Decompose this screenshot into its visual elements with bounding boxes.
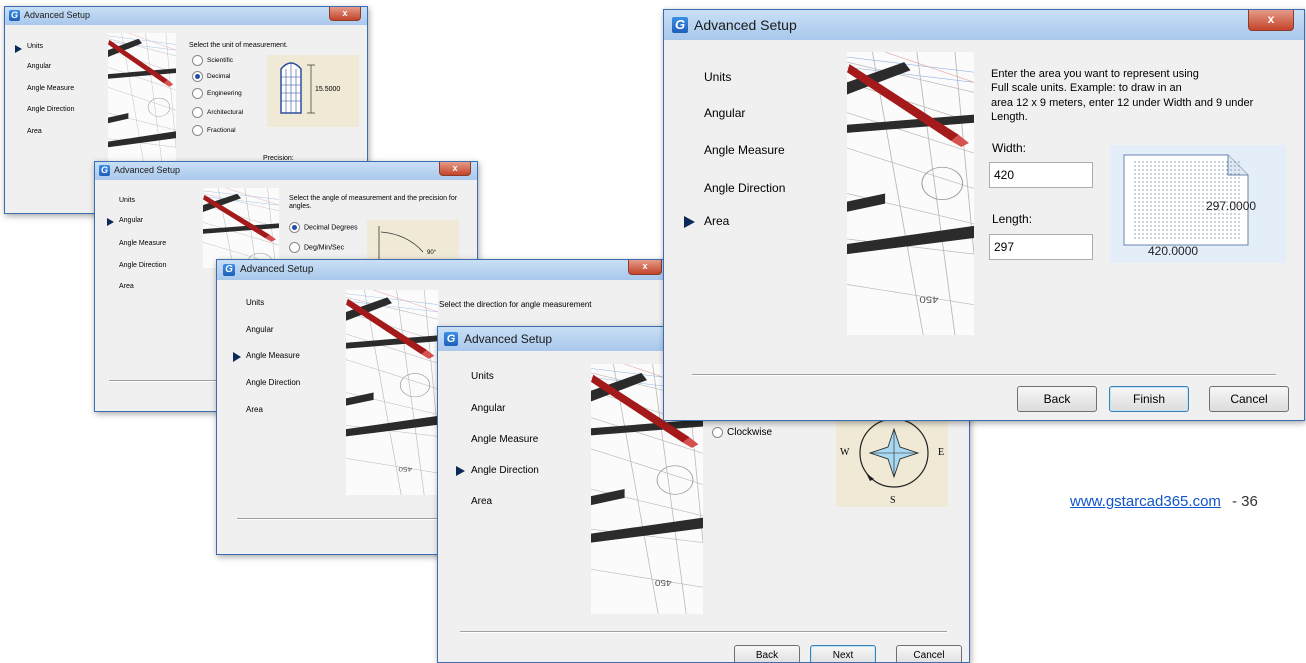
width-field[interactable]: 420 bbox=[989, 162, 1093, 188]
area-preview: 297.0000 420.0000 bbox=[1110, 145, 1286, 263]
button-separator bbox=[692, 374, 1276, 376]
angular-preview: 90° bbox=[367, 220, 459, 260]
back-button[interactable]: Back bbox=[734, 645, 800, 662]
nav-angular[interactable]: Angular bbox=[246, 325, 274, 334]
length-label: Length: bbox=[992, 212, 1033, 226]
area-instructions-2: Full scale units. Example: to draw in an bbox=[991, 82, 1182, 94]
width-label: Width: bbox=[992, 141, 1027, 155]
button-separator bbox=[460, 631, 947, 633]
nav-area[interactable]: Area bbox=[246, 405, 263, 414]
current-step-arrow-icon bbox=[15, 45, 22, 53]
title-bar: G Advanced Setup x bbox=[95, 162, 477, 180]
radio-engineering[interactable]: Engineering bbox=[192, 88, 242, 99]
nav-area[interactable]: Area bbox=[27, 128, 42, 135]
nav-angle-direction[interactable]: Angle Direction bbox=[27, 106, 74, 113]
close-button[interactable]: x bbox=[329, 7, 361, 21]
title-bar: G Advanced Setup x bbox=[664, 10, 1304, 40]
area-instructions-3: area 12 x 9 meters, enter 12 under Width… bbox=[991, 97, 1254, 109]
compass-icon bbox=[859, 418, 929, 488]
back-button[interactable]: Back bbox=[1017, 386, 1097, 412]
angle-measure-prompt: Select the direction for angle measureme… bbox=[439, 300, 592, 309]
dialog-title: Advanced Setup bbox=[114, 165, 181, 175]
nav-angular[interactable]: Angular bbox=[27, 63, 51, 70]
drawing-illustration bbox=[847, 52, 974, 335]
nav-area[interactable]: Area bbox=[704, 214, 729, 228]
title-bar: G Advanced Setup x bbox=[217, 260, 668, 280]
angular-prompt: Select the angle of measurement and the … bbox=[289, 195, 458, 210]
compass-preview: W E S bbox=[836, 415, 948, 507]
nav-angle-direction[interactable]: Angle Direction bbox=[704, 181, 785, 195]
dialog-title: Advanced Setup bbox=[694, 17, 797, 33]
nav-area[interactable]: Area bbox=[471, 496, 492, 507]
radio-clockwise[interactable]: Clockwise bbox=[712, 427, 772, 438]
compass-e: E bbox=[938, 447, 945, 458]
radio-architectural[interactable]: Architectural bbox=[192, 107, 243, 118]
nav-units[interactable]: Units bbox=[27, 43, 43, 50]
current-step-arrow-icon bbox=[107, 218, 114, 226]
cancel-button[interactable]: Cancel bbox=[896, 645, 962, 662]
current-step-arrow-icon bbox=[684, 216, 695, 228]
close-button[interactable]: x bbox=[439, 162, 471, 176]
compass-s: S bbox=[890, 495, 896, 506]
units-prompt: Select the unit of measurement. bbox=[189, 42, 288, 49]
preview-width-value: 420.0000 bbox=[1148, 244, 1199, 258]
nav-area[interactable]: Area bbox=[119, 283, 134, 290]
compass-w: W bbox=[840, 447, 850, 458]
nav-units[interactable]: Units bbox=[246, 298, 264, 307]
close-button[interactable]: x bbox=[628, 260, 662, 275]
nav-units[interactable]: Units bbox=[704, 70, 731, 84]
next-button[interactable]: Next bbox=[810, 645, 876, 662]
gstarcad-logo-icon: G bbox=[99, 165, 110, 176]
nav-angular[interactable]: Angular bbox=[119, 217, 143, 224]
area-instructions-1: Enter the area you want to represent usi… bbox=[991, 68, 1199, 80]
radio-fractional[interactable]: Fractional bbox=[192, 125, 236, 136]
drawing-illustration bbox=[203, 188, 279, 268]
website-link[interactable]: www.gstarcad365.com bbox=[1070, 493, 1221, 510]
close-button[interactable]: x bbox=[1248, 10, 1294, 31]
page-number: - 36 bbox=[1232, 493, 1258, 510]
nav-angular[interactable]: Angular bbox=[704, 106, 745, 120]
title-bar: G Advanced Setup x bbox=[5, 7, 367, 25]
radio-decimal[interactable]: Decimal bbox=[192, 71, 230, 82]
radio-scientific[interactable]: Scientific bbox=[192, 55, 233, 66]
nav-angle-direction[interactable]: Angle Direction bbox=[119, 262, 166, 269]
radio-decimal-degrees[interactable]: Decimal Degrees bbox=[289, 222, 358, 233]
units-preview: 15.5000 bbox=[267, 55, 359, 127]
nav-units[interactable]: Units bbox=[471, 371, 494, 382]
nav-angle-direction[interactable]: Angle Direction bbox=[471, 465, 539, 476]
current-step-arrow-icon bbox=[233, 352, 241, 362]
nav-angle-measure[interactable]: Angle Measure bbox=[471, 434, 538, 445]
length-field[interactable]: 297 bbox=[989, 234, 1093, 260]
radio-deg-min-sec[interactable]: Deg/Min/Sec bbox=[289, 242, 344, 253]
area-dialog: G Advanced Setup x Units Angular Angle M… bbox=[663, 9, 1305, 421]
units-preview-value: 15.5000 bbox=[315, 86, 341, 93]
gstarcad-logo-icon: G bbox=[223, 264, 235, 276]
nav-angle-measure[interactable]: Angle Measure bbox=[246, 351, 300, 360]
nav-angle-measure[interactable]: Angle Measure bbox=[27, 85, 74, 92]
angle-arc-icon bbox=[378, 226, 424, 260]
nav-angle-measure[interactable]: Angle Measure bbox=[119, 240, 166, 247]
angular-preview-value: 90° bbox=[427, 250, 437, 256]
drawing-illustration bbox=[346, 290, 438, 495]
cancel-button[interactable]: Cancel bbox=[1209, 386, 1289, 412]
window-illustration-icon bbox=[280, 62, 315, 114]
dialog-title: Advanced Setup bbox=[24, 10, 91, 20]
current-step-arrow-icon bbox=[456, 466, 465, 476]
preview-length-value: 297.0000 bbox=[1206, 199, 1257, 213]
dialog-title: Advanced Setup bbox=[240, 264, 314, 275]
nav-angle-direction[interactable]: Angle Direction bbox=[246, 378, 300, 387]
nav-angular[interactable]: Angular bbox=[471, 403, 505, 414]
finish-button[interactable]: Finish bbox=[1109, 386, 1189, 412]
gstarcad-logo-icon: G bbox=[9, 10, 20, 21]
nav-angle-measure[interactable]: Angle Measure bbox=[704, 143, 785, 157]
area-instructions-4: Length. bbox=[991, 111, 1028, 123]
nav-units[interactable]: Units bbox=[119, 197, 135, 204]
dialog-title: Advanced Setup bbox=[464, 332, 553, 346]
gstarcad-logo-icon: G bbox=[672, 17, 688, 33]
gstarcad-logo-icon: G bbox=[444, 332, 458, 346]
